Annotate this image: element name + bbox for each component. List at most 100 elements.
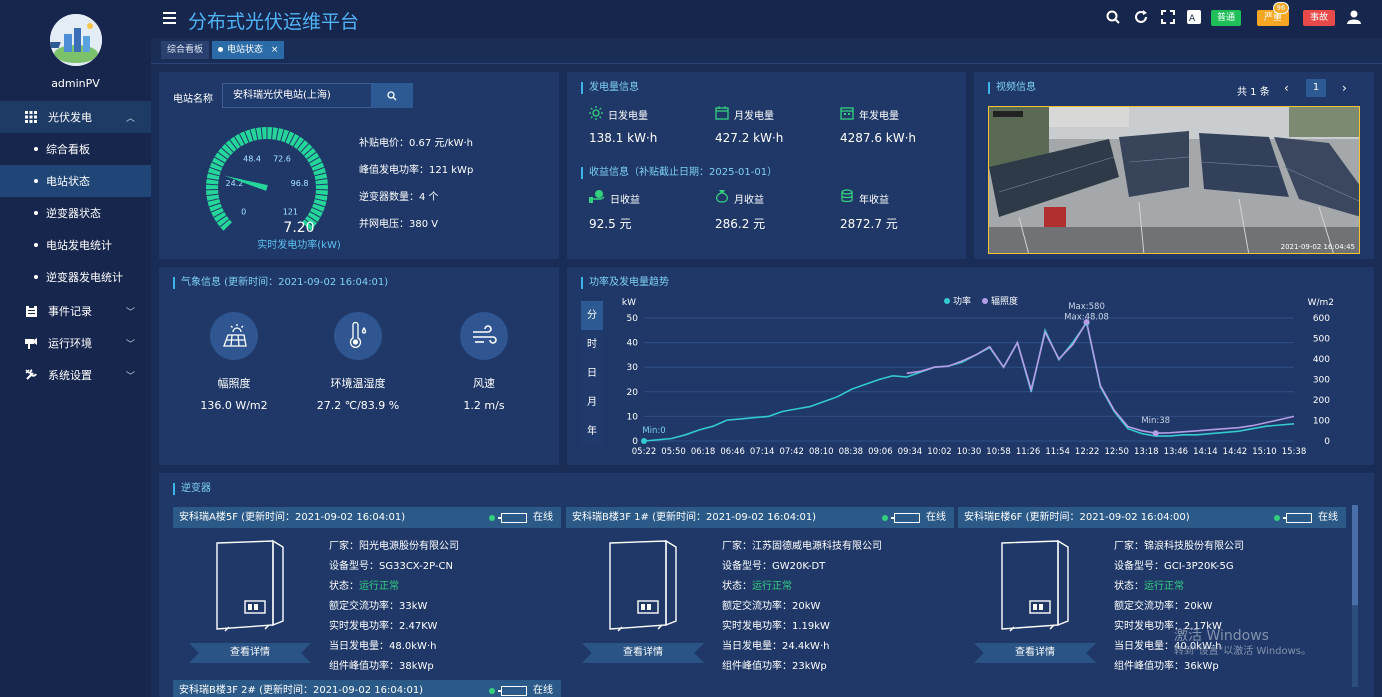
rev-month-label: 月收益: [734, 195, 764, 206]
search-icon[interactable]: [1105, 10, 1121, 26]
menu-pv[interactable]: 光伏发电 ︿: [0, 101, 151, 133]
inverter-title: 逆变器: [173, 483, 211, 495]
period-day[interactable]: 日: [581, 359, 603, 388]
header: 分布式光伏运维平台 A 普通 严重 96 事故: [151, 0, 1382, 38]
inverter-maker: 厂家：江苏固德威电源科技有限公司: [722, 541, 882, 552]
x-tick: 13:18: [1134, 447, 1159, 457]
menu-env[interactable]: 运行环境 ﹀: [0, 327, 151, 359]
inverter-card-next[interactable]: 安科瑞B楼3F 2# (更新时间：2021-09-02 16:04:01) 在线: [173, 680, 561, 697]
inverter-panel: 逆变器 安科瑞A楼5F (更新时间：2021-09-02 16:04:01) 在…: [159, 473, 1374, 697]
font-size-icon[interactable]: A: [1186, 10, 1202, 26]
calendar-year-icon: [840, 107, 854, 120]
gauge-caption: 实时发电功率(kW): [257, 240, 341, 251]
x-tick: 10:02: [927, 447, 952, 457]
weather-panel: 气象信息 (更新时间：2021-09-02 16:04:01) 幅照度 136.…: [159, 267, 559, 465]
sidebar-item-station-status[interactable]: 电站状态: [0, 165, 151, 197]
chevron-down-icon: ﹀: [125, 371, 135, 382]
gauge-tick-label: 0: [241, 207, 246, 216]
inverter-scrollbar[interactable]: [1352, 505, 1358, 687]
inverter-device-icon: [216, 539, 284, 632]
min-power-label: Min:0: [642, 426, 665, 436]
menu-settings[interactable]: 系统设置 ﹀: [0, 359, 151, 391]
station-name-label: 电站名称: [173, 94, 213, 105]
gen-month-value: 427.2 kW·h: [715, 131, 784, 145]
user-icon[interactable]: [1346, 10, 1362, 26]
gen-year-value: 4287.6 kW·h: [840, 131, 917, 145]
period-month[interactable]: 月: [581, 388, 603, 417]
temp-icon-circle: [334, 312, 382, 360]
gauge-value: 7.20: [283, 220, 315, 236]
money-bag-icon: [715, 190, 729, 203]
inverter-detail-button[interactable]: 查看详情: [189, 643, 311, 663]
inverter-card-header: 安科瑞A楼5F (更新时间：2021-09-02 16:04:01) 在线: [173, 507, 561, 528]
weather-title: 气象信息 (更新时间：2021-09-02 16:04:01): [173, 277, 388, 289]
y-left-tick: 0: [632, 437, 638, 447]
generation-title: 发电量信息: [581, 82, 639, 94]
y-right-tick: 200: [1313, 396, 1330, 406]
period-hour[interactable]: 时: [581, 330, 603, 359]
tab-overview[interactable]: 综合看板: [161, 41, 210, 59]
inverter-realtime-power: 实时发电功率：2.47KW: [329, 621, 438, 632]
station-search-button[interactable]: [371, 83, 413, 108]
wrench-icon: [24, 369, 38, 381]
y-right-tick: 400: [1313, 355, 1330, 365]
wind-icon: [473, 325, 497, 344]
inverter-device-icon: [609, 539, 677, 632]
sidebar: adminPV 光伏发电 ︿ 综合看板 电站状态 逆变器状态 电站发电统计 逆变…: [0, 0, 151, 697]
video-frame[interactable]: 2021-09-02 16:04:45: [988, 106, 1360, 254]
period-year[interactable]: 年: [581, 417, 603, 446]
rev-day-label: 日收益: [610, 195, 640, 206]
inverter-state: 状态：运行正常: [329, 581, 399, 592]
chevron-up-icon: ︿: [125, 113, 135, 124]
fullscreen-icon[interactable]: [1160, 10, 1176, 26]
next-page-icon[interactable]: ›: [1342, 81, 1347, 95]
inverter-detail-button[interactable]: 查看详情: [974, 643, 1096, 663]
alarm-normal-badge[interactable]: 普通: [1211, 10, 1241, 26]
battery-icon: [1283, 512, 1312, 523]
power-gauge: 024.248.4 72.696.8121: [206, 127, 328, 232]
inverter-online-status: 在线: [882, 507, 946, 528]
rev-year-label: 年收益: [859, 195, 889, 206]
tab-close-icon[interactable]: ×: [271, 45, 279, 55]
sidebar-item-overview[interactable]: 综合看板: [0, 133, 151, 165]
station-panel: 电站名称 安科瑞光伏电站(上海) 0 24.2 48.4 72.6 96.8 121 7.…: [159, 72, 559, 259]
inverter-peak-power: 组件峰值功率：38kWp: [329, 661, 434, 672]
chevron-down-icon: ﹀: [125, 339, 135, 350]
x-tick: 12:50: [1104, 447, 1129, 457]
period-minute[interactable]: 分: [581, 301, 603, 330]
avatar: [50, 14, 102, 66]
alarm-fault-badge[interactable]: 事故: [1303, 10, 1335, 26]
page-number[interactable]: 1: [1306, 79, 1326, 97]
sidebar-item-inverter-status[interactable]: 逆变器状态: [0, 197, 151, 229]
alarm-serious-count: 96: [1273, 2, 1289, 14]
inverter-model: 设备型号：GCI-3P20K-5G: [1114, 561, 1234, 572]
gen-day-label: 日发电量: [608, 111, 648, 122]
prev-page-icon[interactable]: ‹: [1284, 81, 1289, 95]
clipboard-icon: [24, 305, 38, 317]
sidebar-item-inverter-stats[interactable]: 逆变器发电统计: [0, 261, 151, 293]
x-tick: 14:14: [1193, 447, 1218, 457]
inverter-card-header: 安科瑞E楼6F (更新时间：2021-09-02 16:04:00) 在线: [958, 507, 1346, 528]
station-name-select[interactable]: 安科瑞光伏电站(上海): [222, 83, 372, 108]
sidebar-item-station-stats[interactable]: 电站发电统计: [0, 229, 151, 261]
menu-toggle-icon[interactable]: [163, 12, 176, 24]
temp-value: 27.2 ℃/83.9 %: [316, 399, 400, 412]
min-power-point: [641, 438, 647, 444]
thermometer-icon: [349, 322, 367, 348]
inverter-rated-power: 额定交流功率：33kW: [329, 601, 428, 612]
y-left-tick: 40: [627, 339, 639, 349]
irradiance-icon-circle: [210, 312, 258, 360]
y-right-tick: 600: [1313, 314, 1330, 324]
tab-station-status[interactable]: 电站状态 ×: [212, 41, 285, 59]
x-tick: 08:10: [809, 447, 834, 457]
x-tick: 10:58: [986, 447, 1011, 457]
series-line-0: [643, 320, 1295, 442]
city-logo-icon: [50, 14, 102, 66]
menu-events[interactable]: 事件记录 ﹀: [0, 295, 151, 327]
revenue-title: 收益信息（补贴截止日期：2025-01-01）: [581, 167, 777, 179]
refresh-icon[interactable]: [1133, 10, 1149, 26]
inverter-detail-button[interactable]: 查看详情: [582, 643, 704, 663]
sun-icon: [589, 106, 603, 120]
x-tick: 06:46: [720, 447, 745, 457]
inverter-model: 设备型号：GW20K-DT: [722, 561, 826, 572]
